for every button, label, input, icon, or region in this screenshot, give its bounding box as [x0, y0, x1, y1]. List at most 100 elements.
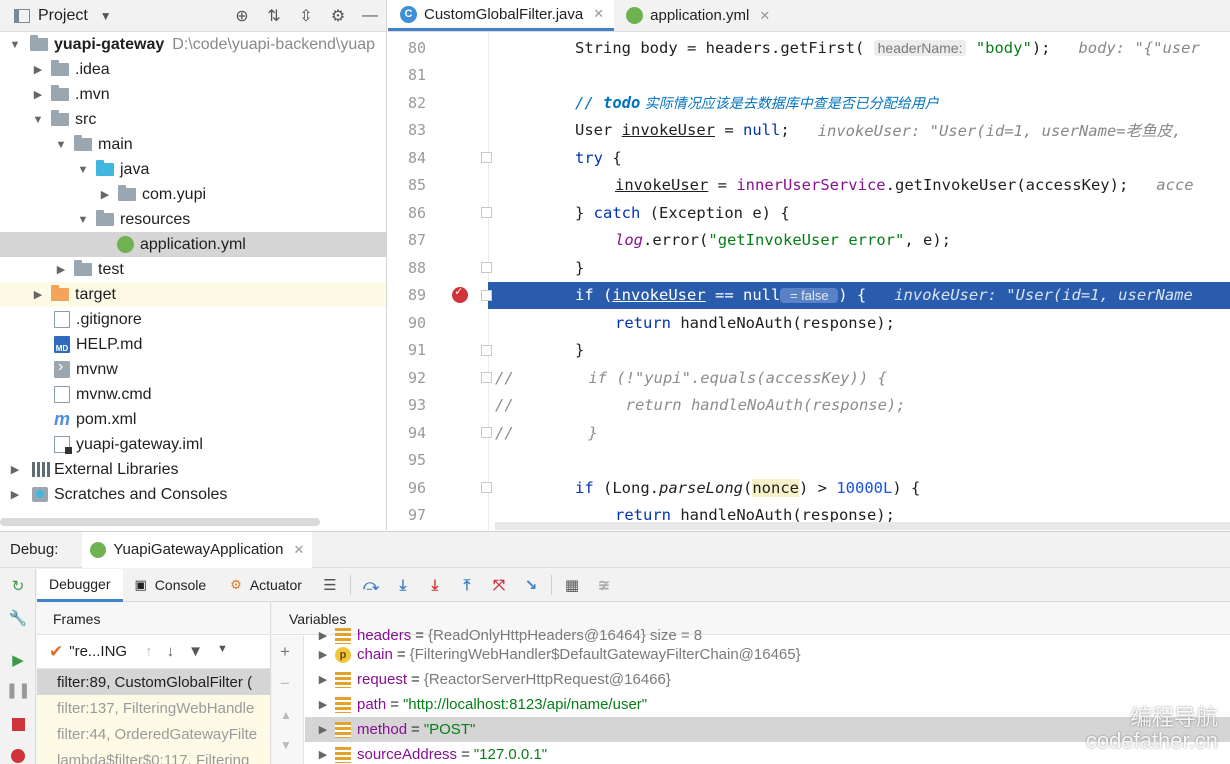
filter-icon[interactable]: ▼: [188, 643, 203, 660]
tree-item-mvnw-cmd[interactable]: mvnw.cmd: [0, 382, 386, 407]
tab-customglobalfilter-java[interactable]: C CustomGlobalFilter.java ✕: [388, 0, 615, 31]
tree-item-resources[interactable]: ▼ resources: [0, 207, 386, 232]
hide-panel-icon[interactable]: —: [354, 0, 386, 32]
minus-icon[interactable]: −: [280, 674, 290, 694]
tab-console[interactable]: ▣ Console: [123, 569, 219, 602]
gear-icon[interactable]: ⚙: [322, 0, 354, 32]
stack-frame[interactable]: filter:89, CustomGlobalFilter (: [37, 669, 270, 695]
code-line-96[interactable]: 96 if (Long. parseLong(nonce) > 10000L) {: [388, 474, 1230, 502]
arrow-down-icon[interactable]: ↓: [167, 643, 175, 660]
collapsed-arrow-icon[interactable]: ▶: [311, 748, 335, 761]
code-line-93[interactable]: 93 // return handleNoAuth(response);: [388, 392, 1230, 420]
breakpoint-icon[interactable]: [452, 284, 468, 304]
collapsed-arrow-icon[interactable]: ▶: [98, 188, 112, 201]
tab-actuator[interactable]: ⚙ Actuator: [218, 569, 314, 602]
close-icon[interactable]: ✕: [294, 542, 305, 558]
code-line-83[interactable]: 83 User invokeUser = null; invokeUser: "…: [388, 117, 1230, 145]
fold-marker-icon[interactable]: [481, 207, 492, 219]
code-line-86[interactable]: 86 } catch (Exception e) {: [388, 199, 1230, 227]
collapsed-arrow-icon[interactable]: ▶: [8, 488, 22, 501]
thread-selector[interactable]: ✔ "re...ING ↑ ↓ ▼ ▼: [37, 635, 270, 669]
show-execution-point-icon[interactable]: ⤼: [355, 569, 387, 602]
code-line-82[interactable]: 82 // todo 实际情况应该是去数据库中查是否已分配给用户: [388, 89, 1230, 117]
stack-frame[interactable]: filter:44, OrderedGatewayFilte: [37, 721, 270, 747]
pause-icon[interactable]: ❚❚: [5, 681, 30, 699]
stack-frame[interactable]: filter:137, FilteringWebHandle: [37, 695, 270, 721]
gutter-line-89[interactable]: 89: [388, 282, 492, 310]
tree-item-iml[interactable]: yuapi-gateway.iml: [0, 432, 386, 457]
trace-stream-icon[interactable]: ≆: [588, 569, 620, 602]
code-line-84[interactable]: 84 try {: [388, 144, 1230, 172]
expand-all-icon[interactable]: ⇅: [258, 0, 290, 32]
tree-item-java[interactable]: ▼ java: [0, 157, 386, 182]
step-over-icon[interactable]: ⤓: [387, 569, 419, 602]
tree-item-main[interactable]: ▼ main: [0, 132, 386, 157]
move-up-icon[interactable]: ▲: [280, 708, 292, 722]
expanded-arrow-icon[interactable]: ▼: [76, 214, 90, 226]
drop-frame-icon[interactable]: ⤧: [483, 569, 515, 602]
tree-item-target[interactable]: ▶ target: [0, 282, 386, 307]
fold-marker-icon[interactable]: [481, 482, 492, 494]
tree-item-idea[interactable]: ▶ .idea: [0, 57, 386, 82]
fold-marker-icon[interactable]: [481, 344, 492, 356]
collapsed-arrow-icon[interactable]: ▶: [311, 673, 335, 686]
tree-item-scratches[interactable]: ▶ Scratches and Consoles: [0, 482, 386, 507]
fold-marker-icon[interactable]: [481, 372, 492, 384]
expanded-arrow-icon[interactable]: ▼: [54, 139, 68, 151]
tab-debugger[interactable]: Debugger: [37, 568, 123, 602]
close-icon[interactable]: ✕: [759, 8, 770, 24]
tree-item-mvn[interactable]: ▶ .mvn: [0, 82, 386, 107]
tree-item-src[interactable]: ▼ src: [0, 107, 386, 132]
tree-item-test[interactable]: ▶ test: [0, 257, 386, 282]
variable-row[interactable]: ▶ path = "http://localhost:8123/api/name/u…: [305, 692, 1230, 717]
close-icon[interactable]: ✕: [593, 6, 604, 22]
stop-icon[interactable]: [9, 715, 27, 733]
code-line-89-current-execution[interactable]: if (invokeUser == null = false ) { invok…: [488, 281, 1230, 309]
code-line-81[interactable]: 81: [388, 62, 1230, 90]
view-breakpoints-icon[interactable]: [9, 747, 27, 764]
code-line-87[interactable]: 87 log. error("getInvokeUser error", e);: [388, 227, 1230, 255]
run-config-tab[interactable]: YuapiGatewayApplication ✕: [82, 531, 313, 568]
collapsed-arrow-icon[interactable]: ▶: [31, 63, 45, 76]
evaluate-expression-icon[interactable]: ▦: [556, 569, 588, 602]
resume-icon[interactable]: ▶: [9, 651, 27, 669]
step-out-icon[interactable]: ⤒: [451, 569, 483, 602]
code-line-91[interactable]: 91 }: [388, 337, 1230, 365]
stack-frame[interactable]: lambda$filter$0:117, Filtering: [37, 747, 270, 764]
rerun-icon[interactable]: ↻: [9, 577, 27, 595]
collapsed-arrow-icon[interactable]: ▶: [311, 629, 335, 642]
code-line-80[interactable]: 80 String body = headers. getFirst( heade…: [388, 34, 1230, 62]
fold-marker-icon[interactable]: [481, 427, 492, 439]
tree-item-com-yupi[interactable]: ▶ com.yupi: [0, 182, 386, 207]
tree-item-help-md[interactable]: MD HELP.md: [0, 332, 386, 357]
collapsed-arrow-icon[interactable]: ▶: [54, 263, 68, 276]
expanded-arrow-icon[interactable]: ▼: [31, 114, 45, 126]
horizontal-scrollbar[interactable]: [0, 518, 320, 526]
menu-icon[interactable]: ☰: [314, 569, 346, 602]
horizontal-scrollbar[interactable]: [495, 522, 1230, 530]
tree-item-yuapi-gateway[interactable]: ▼ yuapi-gateway D:\code\yuapi-backend\yu…: [0, 32, 386, 57]
tree-item-mvnw[interactable]: mvnw: [0, 357, 386, 382]
collapsed-arrow-icon[interactable]: ▶: [31, 288, 45, 301]
expanded-arrow-icon[interactable]: ▼: [8, 39, 22, 51]
fold-marker-icon[interactable]: [481, 289, 492, 301]
run-to-cursor-icon[interactable]: ↘: [515, 569, 547, 602]
variable-row[interactable]: ▶ request = {ReactorServerHttpRequest@1646…: [305, 667, 1230, 692]
fold-marker-icon[interactable]: [481, 152, 492, 164]
fold-marker-icon[interactable]: [481, 262, 492, 274]
tree-item-external-libraries[interactable]: ▶ External Libraries: [0, 457, 386, 482]
collapsed-arrow-icon[interactable]: ▶: [311, 648, 335, 661]
code-line-94[interactable]: 94 // }: [388, 419, 1230, 447]
collapsed-arrow-icon[interactable]: ▶: [311, 723, 335, 736]
plus-icon[interactable]: +: [280, 642, 290, 662]
chevron-down-icon[interactable]: ▼: [100, 9, 112, 23]
code-line-95[interactable]: 95: [388, 447, 1230, 475]
code-line-85[interactable]: 85 invokeUser = innerUserService. getInvo…: [388, 172, 1230, 200]
move-down-icon[interactable]: ▼: [280, 738, 292, 752]
collapse-all-icon[interactable]: ⇳: [290, 0, 322, 32]
collapsed-arrow-icon[interactable]: ▶: [311, 698, 335, 711]
tab-application-yml[interactable]: application.yml ✕: [614, 0, 780, 31]
arrow-up-icon[interactable]: ↑: [145, 643, 153, 660]
expanded-arrow-icon[interactable]: ▼: [76, 164, 90, 176]
step-into-icon[interactable]: ⤓: [419, 569, 451, 602]
